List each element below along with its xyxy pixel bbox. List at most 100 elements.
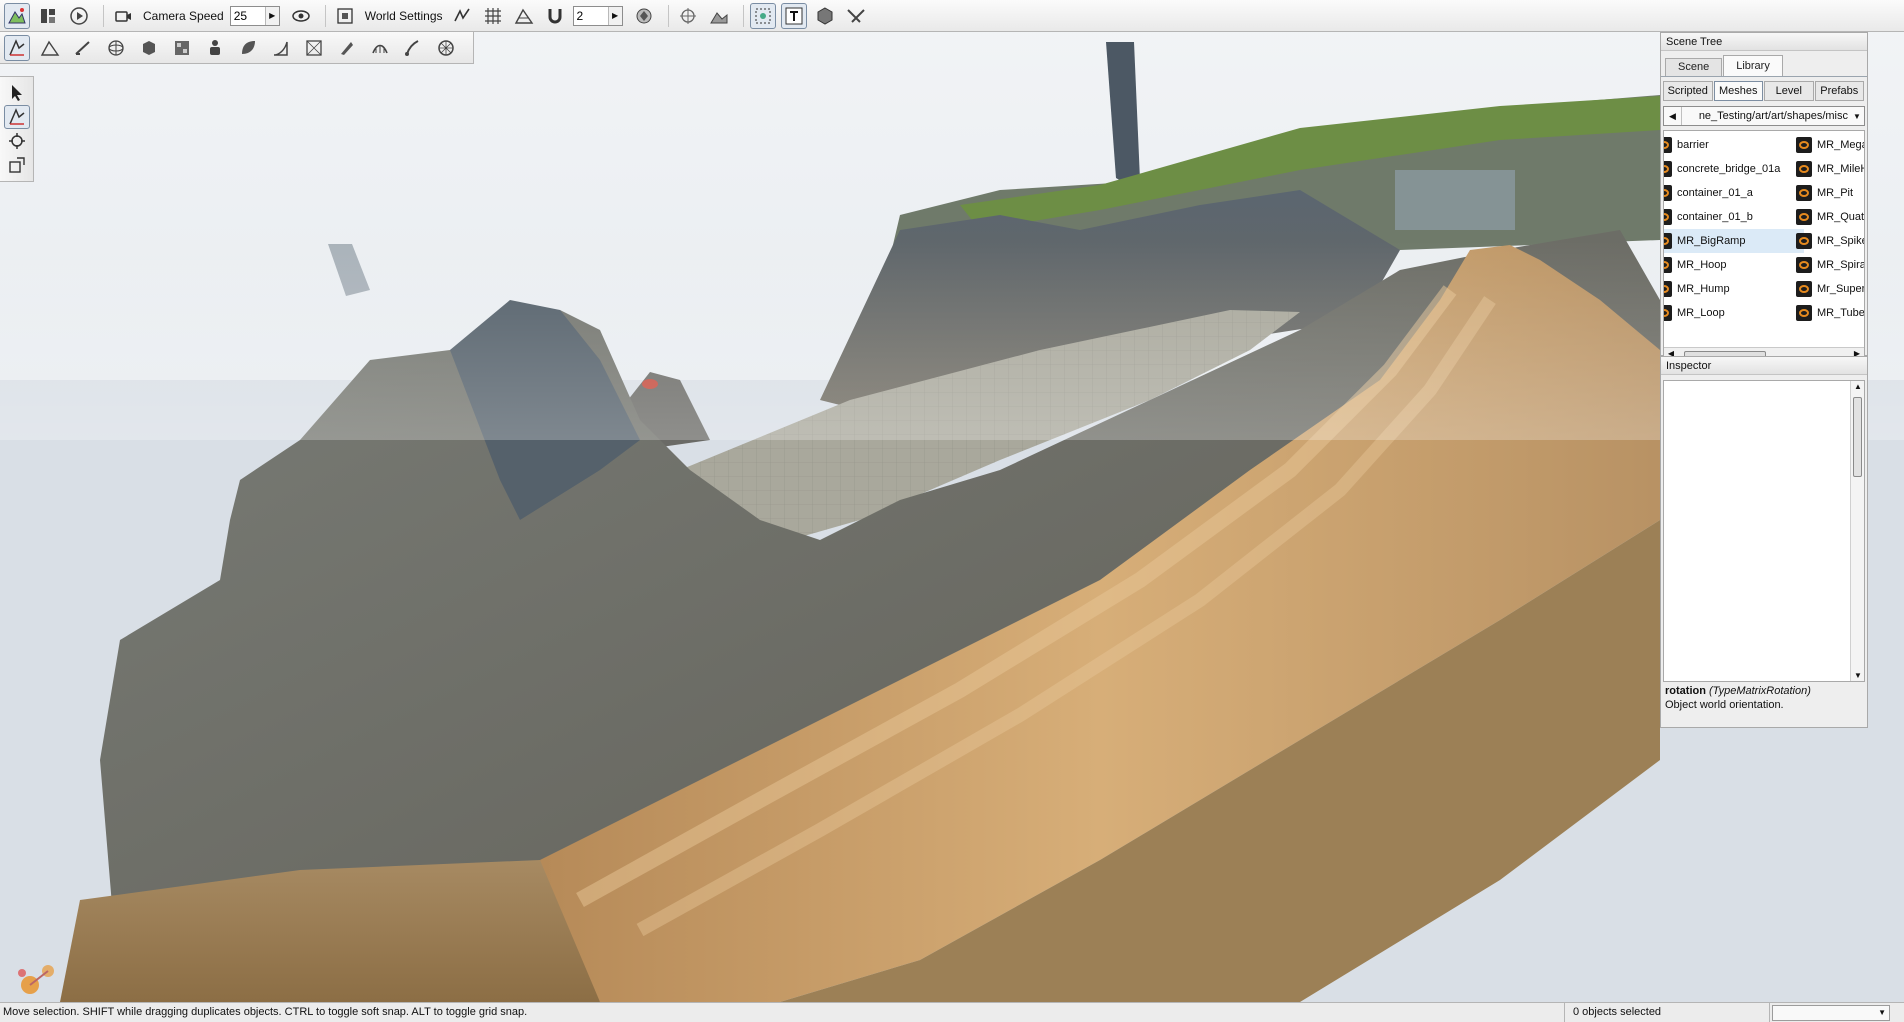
camera-icon[interactable] [110,3,136,29]
tool-toolbar [0,32,474,64]
library-path: ne_Testing/art/art/shapes/misc [1698,110,1848,122]
inspector-body: ▲ ▼ [1663,380,1865,682]
help-field-description: Object world orientation. [1665,699,1784,711]
spin-arrow-icon[interactable]: ▶ [607,6,622,25]
snap-value-input[interactable] [573,6,608,25]
list-item[interactable]: MR_Loop [1664,301,1804,325]
scrollbar-thumb[interactable] [1853,397,1862,477]
list-item[interactable]: MR_Spike [1796,229,1865,253]
list-item[interactable]: MR_MileHi [1796,157,1864,181]
bounds-tool-icon[interactable] [301,35,327,61]
paint-tool-icon[interactable] [70,35,96,61]
subtab-prefabs[interactable]: Prefabs [1814,81,1864,101]
selection-count: 0 objects selected [1573,1006,1662,1018]
magnet-icon[interactable] [542,3,568,29]
mesh-name: concrete_bridge_01a [1677,163,1781,175]
knife-tool-icon[interactable] [334,35,360,61]
grid-snap-icon[interactable] [480,3,506,29]
panels-icon[interactable] [35,3,61,29]
play-icon[interactable] [66,3,92,29]
figure-tool-icon[interactable] [202,35,228,61]
list-item[interactable]: MR_Hoop [1664,253,1804,277]
mesh-icon [1664,137,1672,153]
eye-icon[interactable] [288,3,314,29]
wheel-tool-icon[interactable] [433,35,459,61]
chevron-down-icon[interactable]: ▼ [1878,1008,1886,1017]
terrain-tool-icon[interactable] [37,35,63,61]
chevron-down-icon[interactable]: ▼ [1850,112,1864,121]
leaf-tool-icon[interactable] [235,35,261,61]
select-arrow-icon[interactable] [4,81,30,105]
brush-tool-icon[interactable] [400,35,426,61]
list-item[interactable]: MR_Pit [1796,181,1864,205]
gizmo-palette [0,76,34,182]
mesh-icon [1664,257,1672,273]
mesh-icon [1796,305,1812,321]
mesh-name: barrier [1677,139,1709,151]
road-icon[interactable] [843,3,869,29]
list-item[interactable]: MR_Tube [1796,301,1864,325]
box-tool-icon[interactable] [136,35,162,61]
spin-arrow-icon[interactable]: ▶ [264,6,279,25]
snap-value-spinbox[interactable]: ▶ [572,5,623,26]
inspector-help: rotation (TypeMatrixRotation) Object wor… [1661,682,1867,714]
text-icon[interactable] [780,2,807,29]
sphere-tool-icon[interactable] [103,35,129,61]
inspector-vscrollbar[interactable]: ▲ ▼ [1850,381,1864,681]
back-arrow-icon[interactable]: ◀ [1664,107,1682,125]
mesh-name: MR_Spike [1817,235,1865,247]
camera-speed-spinbox[interactable]: ▶ [229,5,280,26]
mesh-icon [1796,161,1812,177]
render-icon[interactable] [631,3,657,29]
toolbar-separator [103,4,104,27]
move-gizmo-icon[interactable] [3,105,30,129]
mesh-name: MR_Pit [1817,187,1854,199]
toolbar-separator [742,4,744,27]
terrain-snap-icon[interactable] [511,3,537,29]
snap-settings-icon[interactable] [449,3,475,29]
mesh-name: MR_MileHi [1817,163,1864,175]
subtab-scripted[interactable]: Scripted [1663,81,1713,101]
list-item[interactable]: MR_Hump [1664,277,1804,301]
center-icon[interactable] [675,3,701,29]
status-dropdown[interactable]: ▼ [1772,1005,1890,1021]
world-settings-button[interactable]: World Settings [365,9,443,23]
ground-icon[interactable] [706,3,732,29]
terrain-editor-icon[interactable] [4,2,30,29]
tab-library[interactable]: Library [1723,55,1783,76]
list-item[interactable]: MR_Quate [1796,205,1864,229]
mesh-icon [1664,233,1672,249]
select-frame-icon[interactable] [749,2,776,29]
scroll-up-icon[interactable]: ▲ [1851,382,1865,391]
library-path-combo[interactable]: ◀ ne_Testing/art/art/shapes/misc ▼ [1663,106,1865,126]
camera-speed-input[interactable] [230,6,265,25]
3d-viewport[interactable] [0,0,1904,1002]
scene-tree-panel: Scene Tree Scene Library Scripted Meshes… [1660,32,1868,362]
ramp-tool-icon[interactable] [268,35,294,61]
fit-view-icon[interactable] [332,3,358,29]
list-item[interactable]: container_01_a [1664,181,1804,205]
rotate-gizmo-icon[interactable] [4,129,30,153]
list-item[interactable]: Mr_Super [1796,277,1864,301]
help-field-type: (TypeMatrixRotation) [1709,685,1811,697]
scroll-down-icon[interactable]: ▼ [1851,671,1865,680]
subtab-level[interactable]: Level [1764,81,1814,101]
scale-gizmo-icon[interactable] [4,153,30,177]
mesh-tool-icon[interactable] [367,35,393,61]
subtab-meshes[interactable]: Meshes [1713,81,1763,101]
toolbar-separator [667,4,669,27]
list-item[interactable]: barrier [1664,133,1804,157]
tab-scene[interactable]: Scene [1665,58,1723,76]
selection-count-cell: 0 objects selected [1564,1003,1770,1022]
list-item[interactable]: MR_Mega [1796,133,1865,157]
list-item[interactable]: container_01_b [1664,205,1804,229]
list-item[interactable]: concrete_bridge_01a [1664,157,1804,181]
list-item-selected[interactable]: MR_BigRamp [1664,229,1804,253]
list-item[interactable]: MR_Spiral [1796,253,1864,277]
camera-speed-label: Camera Speed [143,8,224,23]
move-tool-icon[interactable] [4,34,30,61]
object-icon[interactable] [812,3,838,29]
texture-tool-icon[interactable] [169,35,195,61]
mesh-name: MR_Mega [1817,139,1865,151]
main-toolbar: Camera Speed ▶ World Settings ▶ [0,0,1904,32]
